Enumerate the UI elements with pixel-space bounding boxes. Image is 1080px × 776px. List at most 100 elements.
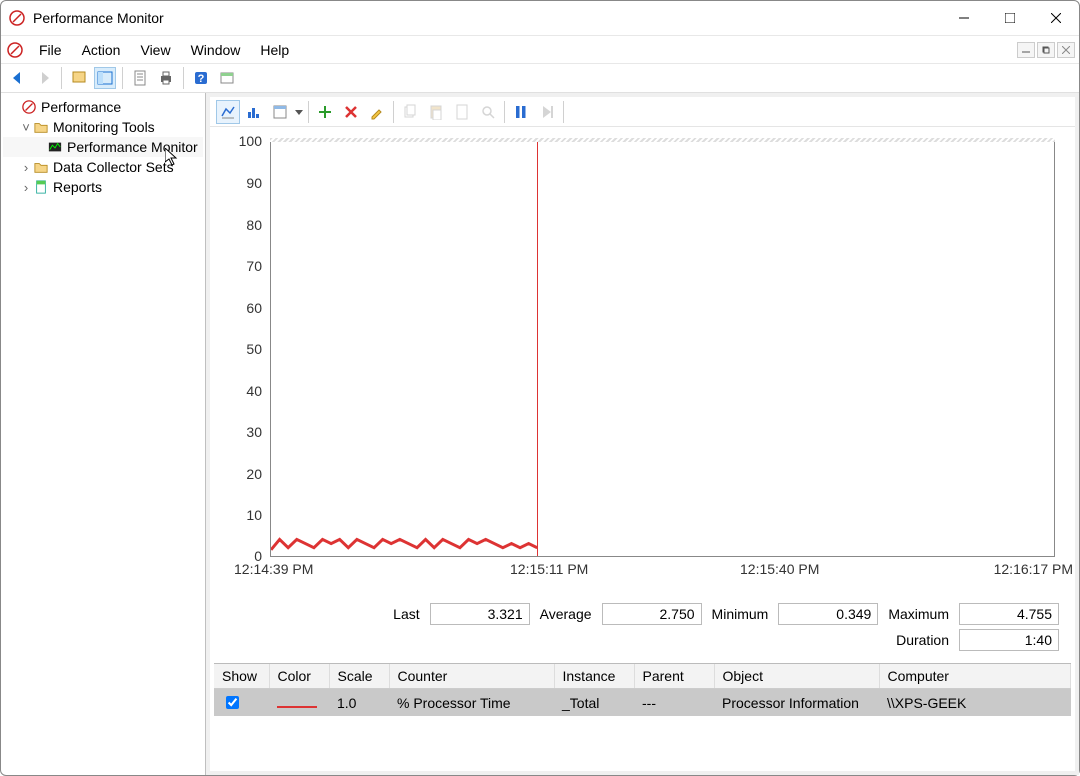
y-tick: 30 — [246, 424, 262, 440]
y-tick: 10 — [246, 507, 262, 523]
title-bar: Performance Monitor — [1, 1, 1079, 35]
folder-icon — [33, 159, 49, 175]
stat-maximum-value: 4.755 — [959, 603, 1059, 625]
new-window-button[interactable] — [216, 67, 238, 89]
view-dropdown-icon[interactable] — [294, 108, 304, 116]
y-tick: 100 — [239, 133, 262, 149]
x-tick: 12:16:17 PM — [994, 561, 1073, 577]
y-tick: 40 — [246, 383, 262, 399]
chevron-down-icon[interactable]: ˅ — [19, 120, 33, 135]
stats-panel: Last 3.321 Average 2.750 Minimum 0.349 M… — [210, 597, 1075, 657]
stat-duration-label: Duration — [896, 632, 949, 648]
col-scale[interactable]: Scale — [329, 664, 389, 689]
stat-last-label: Last — [393, 606, 419, 622]
show-hide-tree-button[interactable] — [68, 67, 90, 89]
table-row[interactable]: 1.0 % Processor Time _Total --- Processo… — [214, 689, 1071, 717]
perfmon-node-icon — [47, 139, 63, 155]
tree-reports[interactable]: › Reports — [3, 177, 203, 197]
table-header-row: Show Color Scale Counter Instance Parent… — [214, 664, 1071, 689]
folder-icon — [33, 119, 49, 135]
copy-button[interactable] — [398, 100, 422, 124]
back-button[interactable] — [7, 67, 29, 89]
delete-counter-button[interactable] — [339, 100, 363, 124]
counters-table[interactable]: Show Color Scale Counter Instance Parent… — [214, 663, 1071, 716]
cell-instance: _Total — [554, 689, 634, 717]
time-marker — [537, 142, 538, 556]
col-counter[interactable]: Counter — [389, 664, 554, 689]
freeze-display-button[interactable] — [509, 100, 533, 124]
window-controls — [941, 1, 1079, 35]
minimize-button[interactable] — [941, 1, 987, 35]
mdi-app-icon — [7, 42, 23, 58]
forward-button[interactable] — [33, 67, 55, 89]
menu-file[interactable]: File — [29, 38, 72, 62]
mmc-toolbar: ? — [1, 63, 1079, 93]
paste-button[interactable] — [424, 100, 448, 124]
menu-help[interactable]: Help — [250, 38, 299, 62]
color-swatch — [277, 706, 317, 708]
tree-label: Data Collector Sets — [53, 159, 174, 175]
col-color[interactable]: Color — [269, 664, 329, 689]
tree-performance-monitor[interactable]: Performance Monitor — [3, 137, 203, 157]
chevron-right-icon[interactable]: › — [19, 180, 33, 195]
y-tick: 60 — [246, 300, 262, 316]
cell-parent: --- — [634, 689, 714, 717]
zoom-button[interactable] — [476, 100, 500, 124]
menu-action[interactable]: Action — [72, 38, 131, 62]
tree-monitoring-tools[interactable]: ˅ Monitoring Tools — [3, 117, 203, 137]
counter-properties-button[interactable] — [450, 100, 474, 124]
col-object[interactable]: Object — [714, 664, 879, 689]
x-tick: 12:15:40 PM — [740, 561, 819, 577]
show-checkbox[interactable] — [226, 696, 239, 709]
y-tick: 50 — [246, 341, 262, 357]
x-tick: 12:15:11 PM — [510, 561, 588, 577]
close-button[interactable] — [1033, 1, 1079, 35]
tree-label: Monitoring Tools — [53, 119, 155, 135]
scope-tree-button[interactable] — [94, 67, 116, 89]
tree-label: Performance Monitor — [67, 139, 198, 155]
stat-duration-value: 1:40 — [959, 629, 1059, 651]
mdi-minimize-button[interactable] — [1017, 42, 1035, 58]
y-tick: 70 — [246, 258, 262, 274]
report-view-button[interactable] — [268, 100, 292, 124]
tree-root-performance[interactable]: Performance — [3, 97, 203, 117]
tree-pane: Performance ˅ Monitoring Tools Performan… — [1, 93, 206, 775]
cell-scale: 1.0 — [329, 689, 389, 717]
chart-area[interactable]: 100 90 80 70 60 50 40 30 20 10 0 12:14:3… — [210, 127, 1075, 597]
y-tick: 80 — [246, 217, 262, 233]
chevron-right-icon[interactable]: › — [19, 160, 33, 175]
cell-object: Processor Information — [714, 689, 879, 717]
reports-icon — [33, 179, 49, 195]
stat-minimum-value: 0.349 — [778, 603, 878, 625]
tree-label: Performance — [41, 99, 121, 115]
menu-view[interactable]: View — [130, 38, 180, 62]
tree-label: Reports — [53, 179, 102, 195]
col-parent[interactable]: Parent — [634, 664, 714, 689]
highlight-button[interactable] — [365, 100, 389, 124]
menu-bar: File Action View Window Help — [1, 35, 1079, 63]
stat-average-label: Average — [540, 606, 592, 622]
mdi-close-button[interactable] — [1057, 42, 1075, 58]
svg-text:?: ? — [198, 73, 205, 85]
tree-data-collector-sets[interactable]: › Data Collector Sets — [3, 157, 203, 177]
chart-view-button[interactable] — [216, 100, 240, 124]
mdi-restore-button[interactable] — [1037, 42, 1055, 58]
col-computer[interactable]: Computer — [879, 664, 1071, 689]
properties-button[interactable] — [129, 67, 151, 89]
add-counter-button[interactable] — [313, 100, 337, 124]
stat-last-value: 3.321 — [430, 603, 530, 625]
y-tick: 20 — [246, 466, 262, 482]
mdi-controls — [1017, 42, 1079, 58]
menu-window[interactable]: Window — [181, 38, 251, 62]
update-data-button[interactable] — [535, 100, 559, 124]
print-button[interactable] — [155, 67, 177, 89]
window-title: Performance Monitor — [33, 10, 941, 26]
maximize-button[interactable] — [987, 1, 1033, 35]
y-tick: 90 — [246, 175, 262, 191]
help-button[interactable]: ? — [190, 67, 212, 89]
col-show[interactable]: Show — [214, 664, 269, 689]
stat-maximum-label: Maximum — [888, 606, 949, 622]
cell-computer: \\XPS-GEEK — [879, 689, 1071, 717]
histogram-view-button[interactable] — [242, 100, 266, 124]
col-instance[interactable]: Instance — [554, 664, 634, 689]
